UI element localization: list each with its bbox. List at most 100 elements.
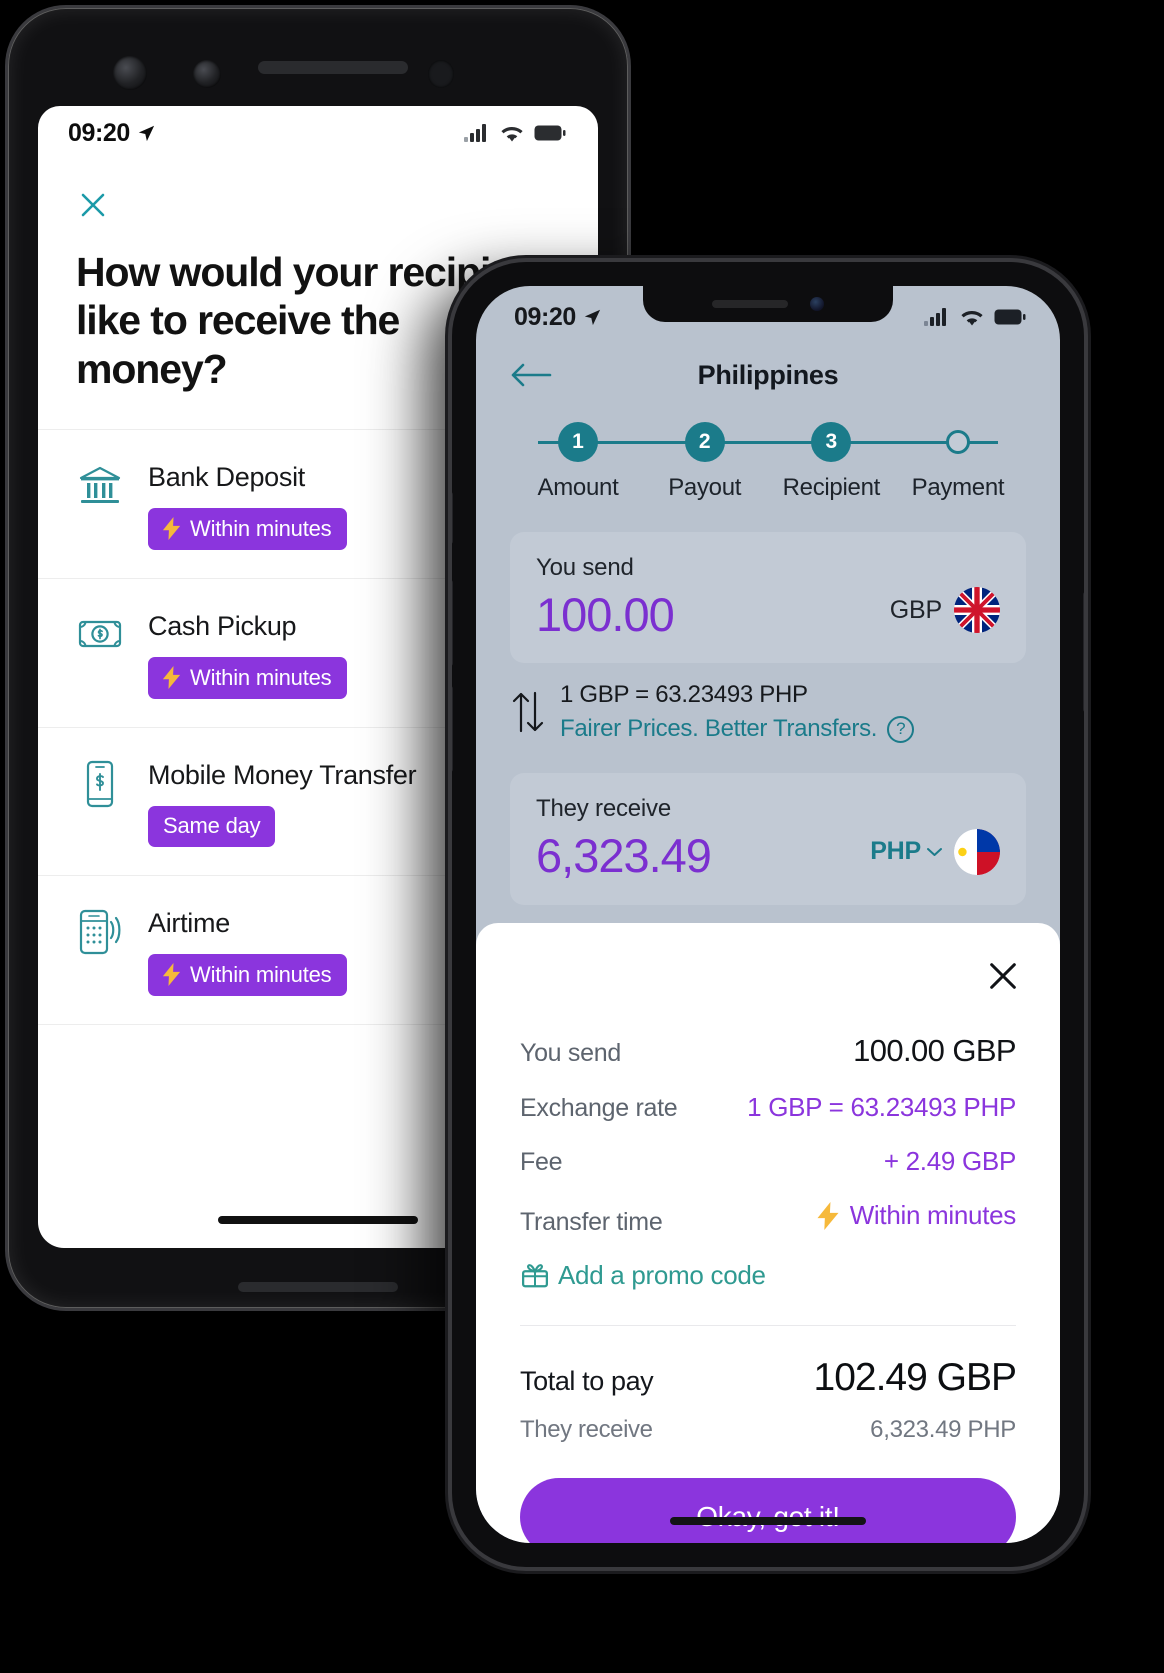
philippines-flag-icon bbox=[954, 828, 1000, 875]
they-receive-row: They receive 6,323.49 PHP bbox=[520, 1416, 1016, 1444]
right-status-indicators bbox=[924, 308, 1026, 327]
left-status-time-group: 09:20 bbox=[68, 119, 155, 148]
stepper-step-payout[interactable]: 2 Payout bbox=[645, 422, 765, 502]
lightning-bolt-icon bbox=[162, 666, 181, 690]
stepper-step-payment[interactable]: Payment bbox=[898, 422, 1018, 502]
they-receive-card[interactable]: They receive 6,323.49 PHP bbox=[510, 773, 1026, 905]
wifi-icon bbox=[961, 310, 983, 325]
fairer-prices-link[interactable]: Fairer Prices. Better Transfers. ? bbox=[560, 715, 915, 743]
summary-row-transfer-time: Transfer time Within minutes bbox=[520, 1200, 1016, 1237]
stepper-label: Amount bbox=[537, 474, 619, 501]
add-promo-code-label: Add a promo code bbox=[558, 1259, 766, 1290]
stepper-dot: 1 bbox=[558, 422, 598, 462]
close-button[interactable] bbox=[76, 188, 110, 222]
fairer-prices-label: Fairer Prices. Better Transfers. bbox=[560, 715, 878, 743]
payout-option-label: Mobile Money Transfer bbox=[148, 760, 417, 791]
notch bbox=[643, 286, 893, 322]
summary-rows: You send 100.00 GBP Exchange rate 1 GBP … bbox=[476, 993, 1060, 1291]
mute-switch[interactable] bbox=[452, 492, 453, 544]
transfer-summary-sheet: You send 100.00 GBP Exchange rate 1 GBP … bbox=[476, 923, 1060, 1543]
you-send-left: You send 100.00 bbox=[536, 554, 675, 640]
mobile-money-icon bbox=[76, 760, 124, 808]
summary-label: Exchange rate bbox=[520, 1094, 678, 1122]
cellular-bars-icon bbox=[924, 308, 946, 326]
cash-icon bbox=[76, 611, 124, 659]
stepper-dot: 2 bbox=[684, 422, 725, 462]
progress-stepper: 1 Amount 2 Payout 3 Recipient Payment bbox=[518, 422, 1018, 502]
stepper-label: Payment bbox=[911, 474, 1005, 501]
totals-section: Total to pay 102.49 GBP They receive 6,3… bbox=[476, 1326, 1060, 1444]
you-send-label: You send bbox=[536, 554, 634, 581]
battery-full-icon bbox=[994, 309, 1026, 325]
stepper-dot: 3 bbox=[811, 422, 852, 462]
speed-badge: Same day bbox=[148, 806, 276, 848]
speed-badge: Within minutes bbox=[148, 508, 348, 551]
close-icon bbox=[990, 963, 1016, 989]
they-receive-amount-input[interactable]: 6,323.49 bbox=[536, 831, 712, 881]
left-status-bar: 09:20 bbox=[38, 106, 598, 160]
exchange-rate-row: 1 GBP = 63.23493 PHP Fairer Prices. Bett… bbox=[510, 681, 1026, 743]
screen-header: Philippines bbox=[476, 342, 1060, 394]
summary-value: + 2.49 GBP bbox=[883, 1146, 1016, 1176]
you-send-amount-input[interactable]: 100.00 bbox=[536, 590, 675, 640]
wifi-icon bbox=[501, 126, 523, 141]
speed-badge-label: Within minutes bbox=[190, 664, 332, 690]
right-phone-screen: 09:20 Philippines 1 Amount 2 Payout 3 Re… bbox=[476, 286, 1060, 1543]
they-receive-label: They receive bbox=[520, 1415, 653, 1443]
summary-value: 1 GBP = 63.23493 PHP bbox=[747, 1092, 1016, 1122]
summary-row-exchange-rate: Exchange rate 1 GBP = 63.23493 PHP bbox=[520, 1092, 1016, 1123]
summary-label: Transfer time bbox=[520, 1207, 663, 1236]
home-indicator bbox=[670, 1517, 866, 1525]
rate-text-block: 1 GBP = 63.23493 PHP Fairer Prices. Bett… bbox=[560, 681, 915, 743]
sheet-close-button[interactable] bbox=[476, 945, 1060, 993]
add-promo-code-button[interactable]: Add a promo code bbox=[520, 1260, 1016, 1291]
payout-option-body: Airtime Within minutes bbox=[148, 906, 348, 997]
chevron-down-icon bbox=[927, 847, 942, 856]
summary-row-fee: Fee + 2.49 GBP bbox=[520, 1146, 1016, 1177]
summary-value: Within minutes bbox=[849, 1200, 1017, 1230]
stepper-step-amount[interactable]: 1 Amount bbox=[518, 422, 638, 502]
exchange-rate-value: 1 GBP = 63.23493 PHP bbox=[560, 681, 808, 709]
airtime-icon bbox=[76, 908, 124, 956]
stepper-nodes: 1 Amount 2 Payout 3 Recipient Payment bbox=[518, 422, 1018, 502]
right-status-time-group: 09:20 bbox=[514, 303, 601, 332]
volume-up-button[interactable] bbox=[452, 580, 453, 666]
right-phone-device: 09:20 Philippines 1 Amount 2 Payout 3 Re… bbox=[452, 262, 1084, 1567]
they-receive-value: 6,323.49 PHP bbox=[870, 1415, 1016, 1443]
power-button[interactable] bbox=[1083, 592, 1084, 712]
total-label: Total to pay bbox=[520, 1365, 654, 1396]
summary-row-you-send: You send 100.00 GBP bbox=[520, 1033, 1017, 1069]
question-mark-icon[interactable]: ? bbox=[887, 715, 915, 743]
arrow-left-icon bbox=[511, 363, 552, 387]
back-button[interactable] bbox=[510, 356, 556, 394]
send-currency-selector[interactable]: GBP bbox=[890, 587, 1000, 639]
bottom-speaker bbox=[238, 1282, 398, 1292]
receive-currency-selector[interactable]: PHP bbox=[870, 828, 1000, 881]
payout-option-body: Bank Deposit Within minutes bbox=[148, 460, 348, 551]
volume-down-button[interactable] bbox=[452, 686, 453, 772]
left-status-indicators bbox=[464, 124, 566, 143]
lightning-bolt-icon bbox=[162, 963, 181, 987]
stepper-label: Recipient bbox=[782, 474, 881, 501]
lightning-bolt-icon bbox=[162, 517, 181, 541]
battery-full-icon bbox=[534, 125, 566, 141]
right-status-time: 09:20 bbox=[514, 302, 576, 331]
speed-badge: Within minutes bbox=[148, 954, 348, 997]
total-value: 102.49 GBP bbox=[813, 1355, 1017, 1399]
left-phone-top-hardware bbox=[8, 8, 628, 106]
you-send-card[interactable]: You send 100.00 GBP bbox=[510, 532, 1026, 664]
payout-option-body: Cash Pickup Within minutes bbox=[148, 609, 348, 700]
send-currency-code: GBP bbox=[889, 595, 942, 624]
left-status-time: 09:20 bbox=[68, 118, 130, 147]
home-indicator bbox=[218, 1216, 418, 1224]
speed-badge-label: Same day bbox=[163, 813, 261, 839]
summary-label: Fee bbox=[520, 1148, 563, 1176]
cellular-bars-icon bbox=[464, 124, 486, 142]
stepper-step-recipient[interactable]: 3 Recipient bbox=[771, 422, 891, 502]
okay-got-it-button[interactable]: Okay, got it! bbox=[520, 1477, 1016, 1543]
they-receive-label: They receive bbox=[536, 795, 671, 823]
stepper-dot bbox=[945, 430, 970, 454]
payout-option-label: Airtime bbox=[148, 908, 230, 939]
country-title: Philippines bbox=[697, 359, 839, 390]
swap-arrows-icon[interactable] bbox=[510, 689, 544, 735]
